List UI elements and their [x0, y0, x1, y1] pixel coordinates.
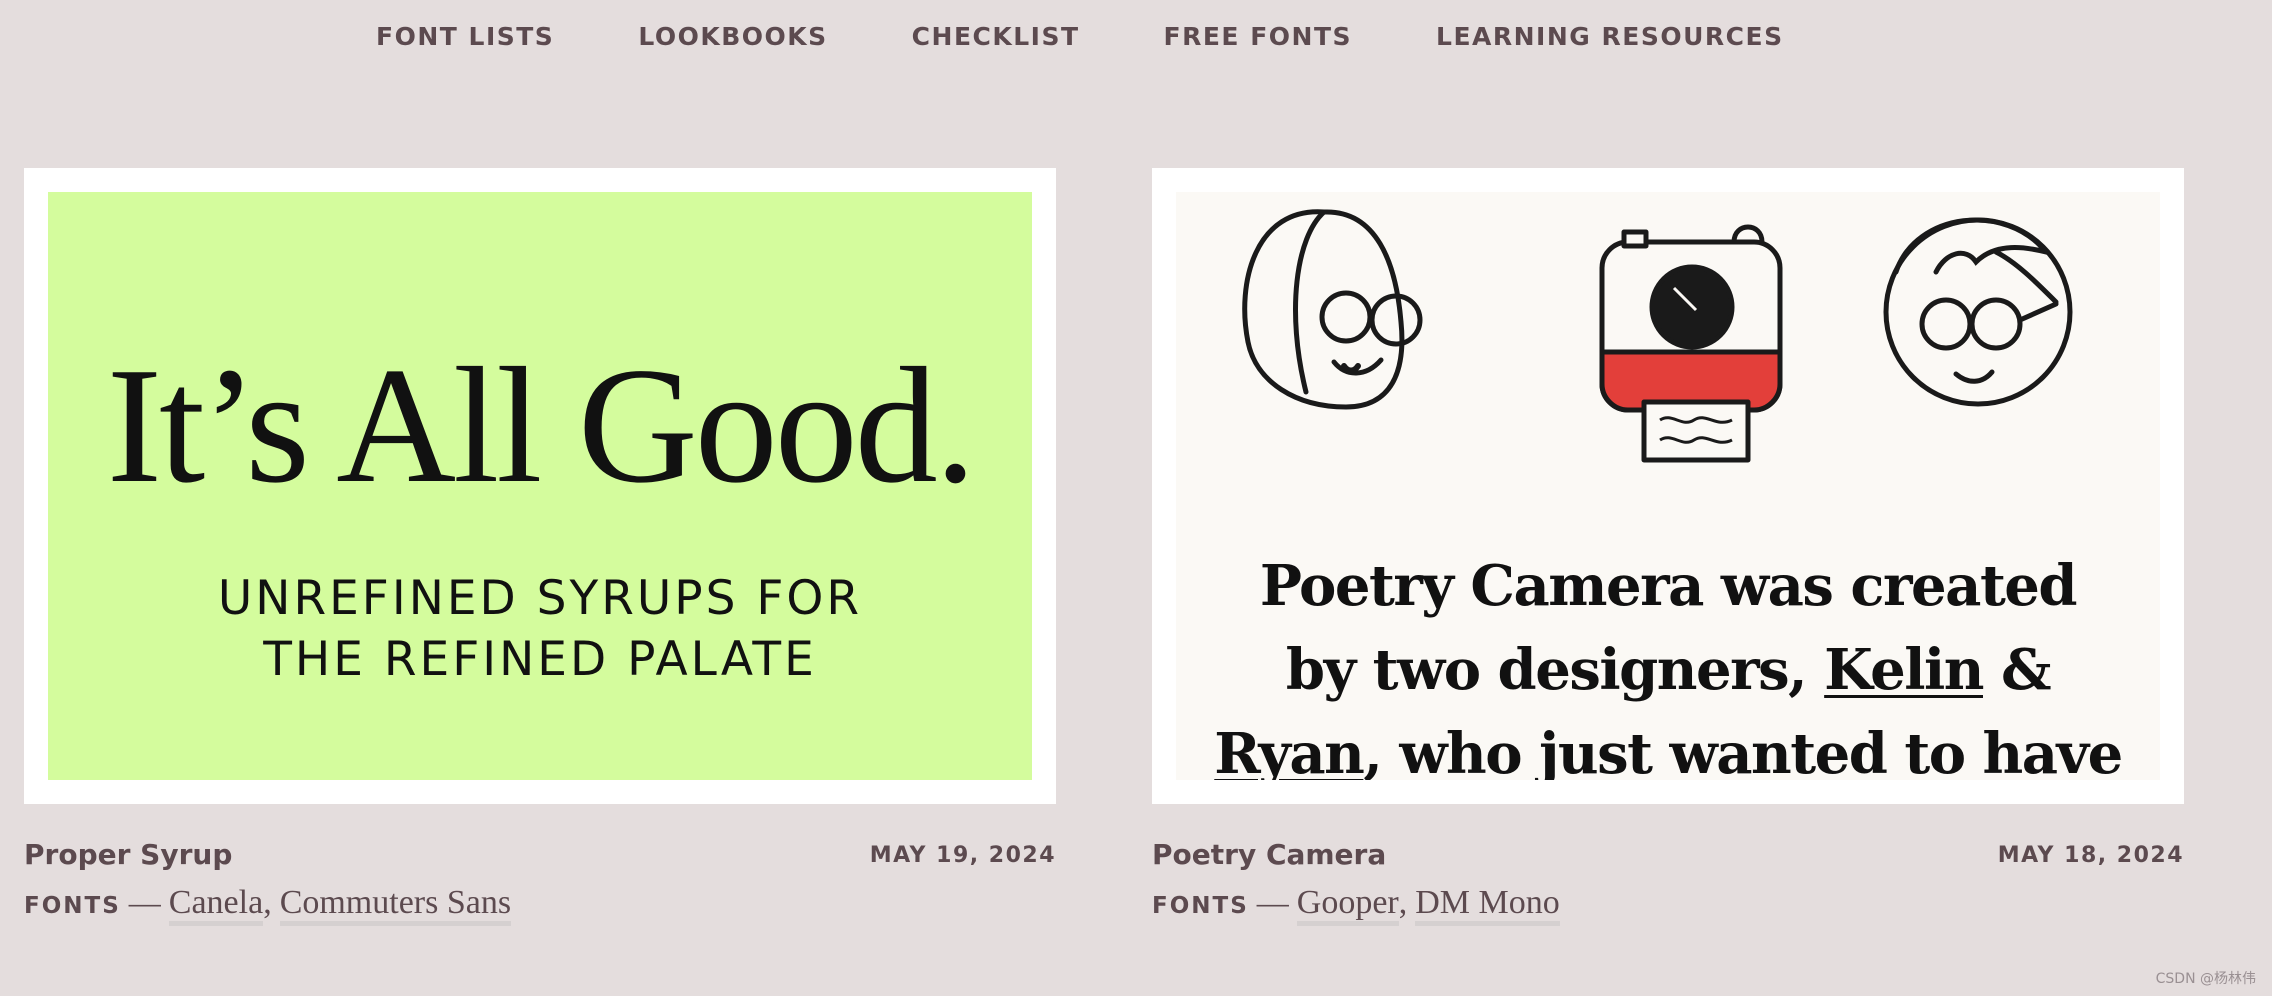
poem-line-1: Poetry Camera was created	[1259, 553, 2078, 619]
font-link-commuters-sans[interactable]: Commuters Sans	[279, 884, 512, 927]
girl-face-icon	[1242, 209, 1423, 410]
post-fonts: FONTS — Gooper, DM Mono	[1152, 884, 1560, 927]
nav-free-fonts[interactable]: FREE FONTS	[1164, 22, 1353, 51]
poem-text: &	[1983, 637, 2052, 703]
font-separator: ,	[263, 884, 272, 921]
image-subline: UNREFINED SYRUPS FOR THE REFINED PALATE	[217, 571, 863, 687]
poem-line-3: Ryan, who just wanted to have	[1176, 712, 2160, 780]
post-date: MAY 18, 2024	[1997, 843, 2184, 868]
post-card-poetry-camera[interactable]: Poetry Camera was created by two designe…	[1152, 168, 2184, 804]
post-image: It’s All Good. UNREFINED SYRUPS FOR THE …	[48, 192, 1032, 780]
post-fonts: FONTS — Canela, Commuters Sans	[24, 884, 512, 927]
font-link-canela[interactable]: Canela	[168, 884, 264, 927]
boy-face-icon	[1883, 217, 2073, 407]
illustration	[1242, 209, 2073, 463]
poetry-camera-icon	[1599, 224, 1783, 463]
fonts-label: FONTS	[24, 893, 121, 919]
fonts-label: FONTS	[1152, 893, 1249, 919]
poem-line-2: by two designers, Kelin &	[1176, 628, 2160, 712]
fonts-dash: —	[1256, 884, 1289, 920]
post-image: Poetry Camera was created by two designe…	[1176, 192, 2160, 780]
nav-lookbooks[interactable]: LOOKBOOKS	[638, 22, 827, 51]
post-date: MAY 19, 2024	[869, 843, 1056, 868]
post-card-proper-syrup[interactable]: It’s All Good. UNREFINED SYRUPS FOR THE …	[24, 168, 1056, 804]
fonts-dash: —	[128, 884, 161, 920]
top-nav: FONT LISTS LOOKBOOKS CHECKLIST FREE FONT…	[376, 22, 1868, 51]
poem-name-ryan: Ryan	[1214, 721, 1365, 780]
image-headline: It’s All Good.	[106, 333, 976, 517]
font-link-gooper[interactable]: Gooper	[1296, 884, 1399, 927]
poem-name-kelin: Kelin	[1824, 637, 1984, 703]
image-poem: Poetry Camera was created by two designe…	[1176, 544, 2160, 780]
poem-text: by two designers,	[1285, 637, 1825, 703]
nav-learning-resources[interactable]: LEARNING RESOURCES	[1436, 22, 1784, 51]
poem-text: , who just wanted to have	[1363, 721, 2123, 780]
font-link-dm-mono[interactable]: DM Mono	[1415, 884, 1560, 927]
watermark-credit: CSDN @杨林伟	[2155, 971, 2256, 987]
nav-font-lists[interactable]: FONT LISTS	[376, 22, 554, 51]
nav-checklist[interactable]: CHECKLIST	[912, 22, 1080, 51]
font-separator: ,	[1398, 884, 1408, 921]
